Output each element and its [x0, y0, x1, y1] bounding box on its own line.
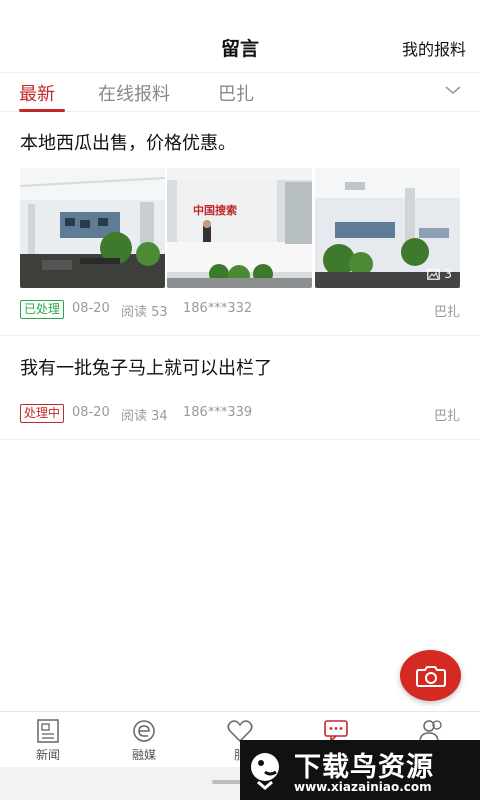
bird-logo-icon	[251, 753, 279, 790]
poster-phone: 186***332	[183, 301, 253, 316]
watermark: 下载鸟资源 www.xiazainiao.com	[240, 740, 480, 800]
image-icon	[427, 268, 441, 280]
image-count-badge: 3	[427, 267, 452, 281]
post-meta: 处理中 08-20 阅读 34 186***339 巴扎	[20, 404, 460, 424]
poster-phone: 186***339	[183, 405, 253, 420]
active-tab-indicator	[19, 109, 65, 112]
watermark-title: 下载鸟资源	[294, 752, 434, 783]
tab-latest[interactable]: 最新	[19, 80, 55, 106]
watermark-url: www.xiazainiao.com	[294, 780, 432, 794]
media-e-icon	[133, 720, 155, 742]
post-location: 巴扎	[433, 409, 460, 424]
nav-news[interactable]: 新闻	[18, 718, 78, 763]
post-location: 巴扎	[433, 305, 460, 320]
reception-photo[interactable]: 中国搜索	[167, 168, 312, 288]
image-count: 3	[444, 267, 452, 281]
post-title: 本地西瓜出售，价格优惠。	[20, 133, 236, 154]
post-meta: 已处理 08-20 阅读 53 186***332 巴扎	[20, 300, 460, 320]
newspaper-icon	[37, 719, 59, 743]
post-date: 08-20	[72, 405, 110, 420]
chevron-down-icon[interactable]	[444, 81, 462, 99]
post-images: 中国搜索 3	[20, 168, 460, 288]
nav-media-label: 融媒	[131, 748, 156, 762]
list-item[interactable]: 我有一批兔子马上就可以出栏了 处理中 08-20 阅读 34 186***339…	[0, 336, 480, 440]
post-title: 我有一批兔子马上就可以出栏了	[20, 358, 272, 379]
nav-media[interactable]: 融媒	[114, 718, 174, 763]
nav-news-label: 新闻	[35, 748, 60, 762]
status-badge: 处理中	[20, 404, 65, 423]
camera-button[interactable]	[400, 650, 461, 701]
status-badge: 已处理	[20, 300, 65, 319]
camera-icon	[415, 665, 446, 687]
my-report-link[interactable]: 我的报料	[402, 36, 466, 60]
reception-sign: 中国搜索	[193, 203, 237, 217]
tab-online-report[interactable]: 在线报料	[98, 80, 170, 106]
tab-bazaar[interactable]: 巴扎	[218, 80, 254, 106]
read-count: 阅读 34	[121, 409, 168, 424]
read-count: 阅读 53	[121, 305, 168, 320]
category-tabs: 最新 在线报料 巴扎	[0, 72, 480, 112]
office-photo[interactable]	[20, 168, 165, 288]
post-date: 08-20	[72, 301, 110, 316]
top-bar: 留言 我的报料	[0, 0, 480, 72]
office-photo[interactable]: 3	[315, 168, 460, 288]
